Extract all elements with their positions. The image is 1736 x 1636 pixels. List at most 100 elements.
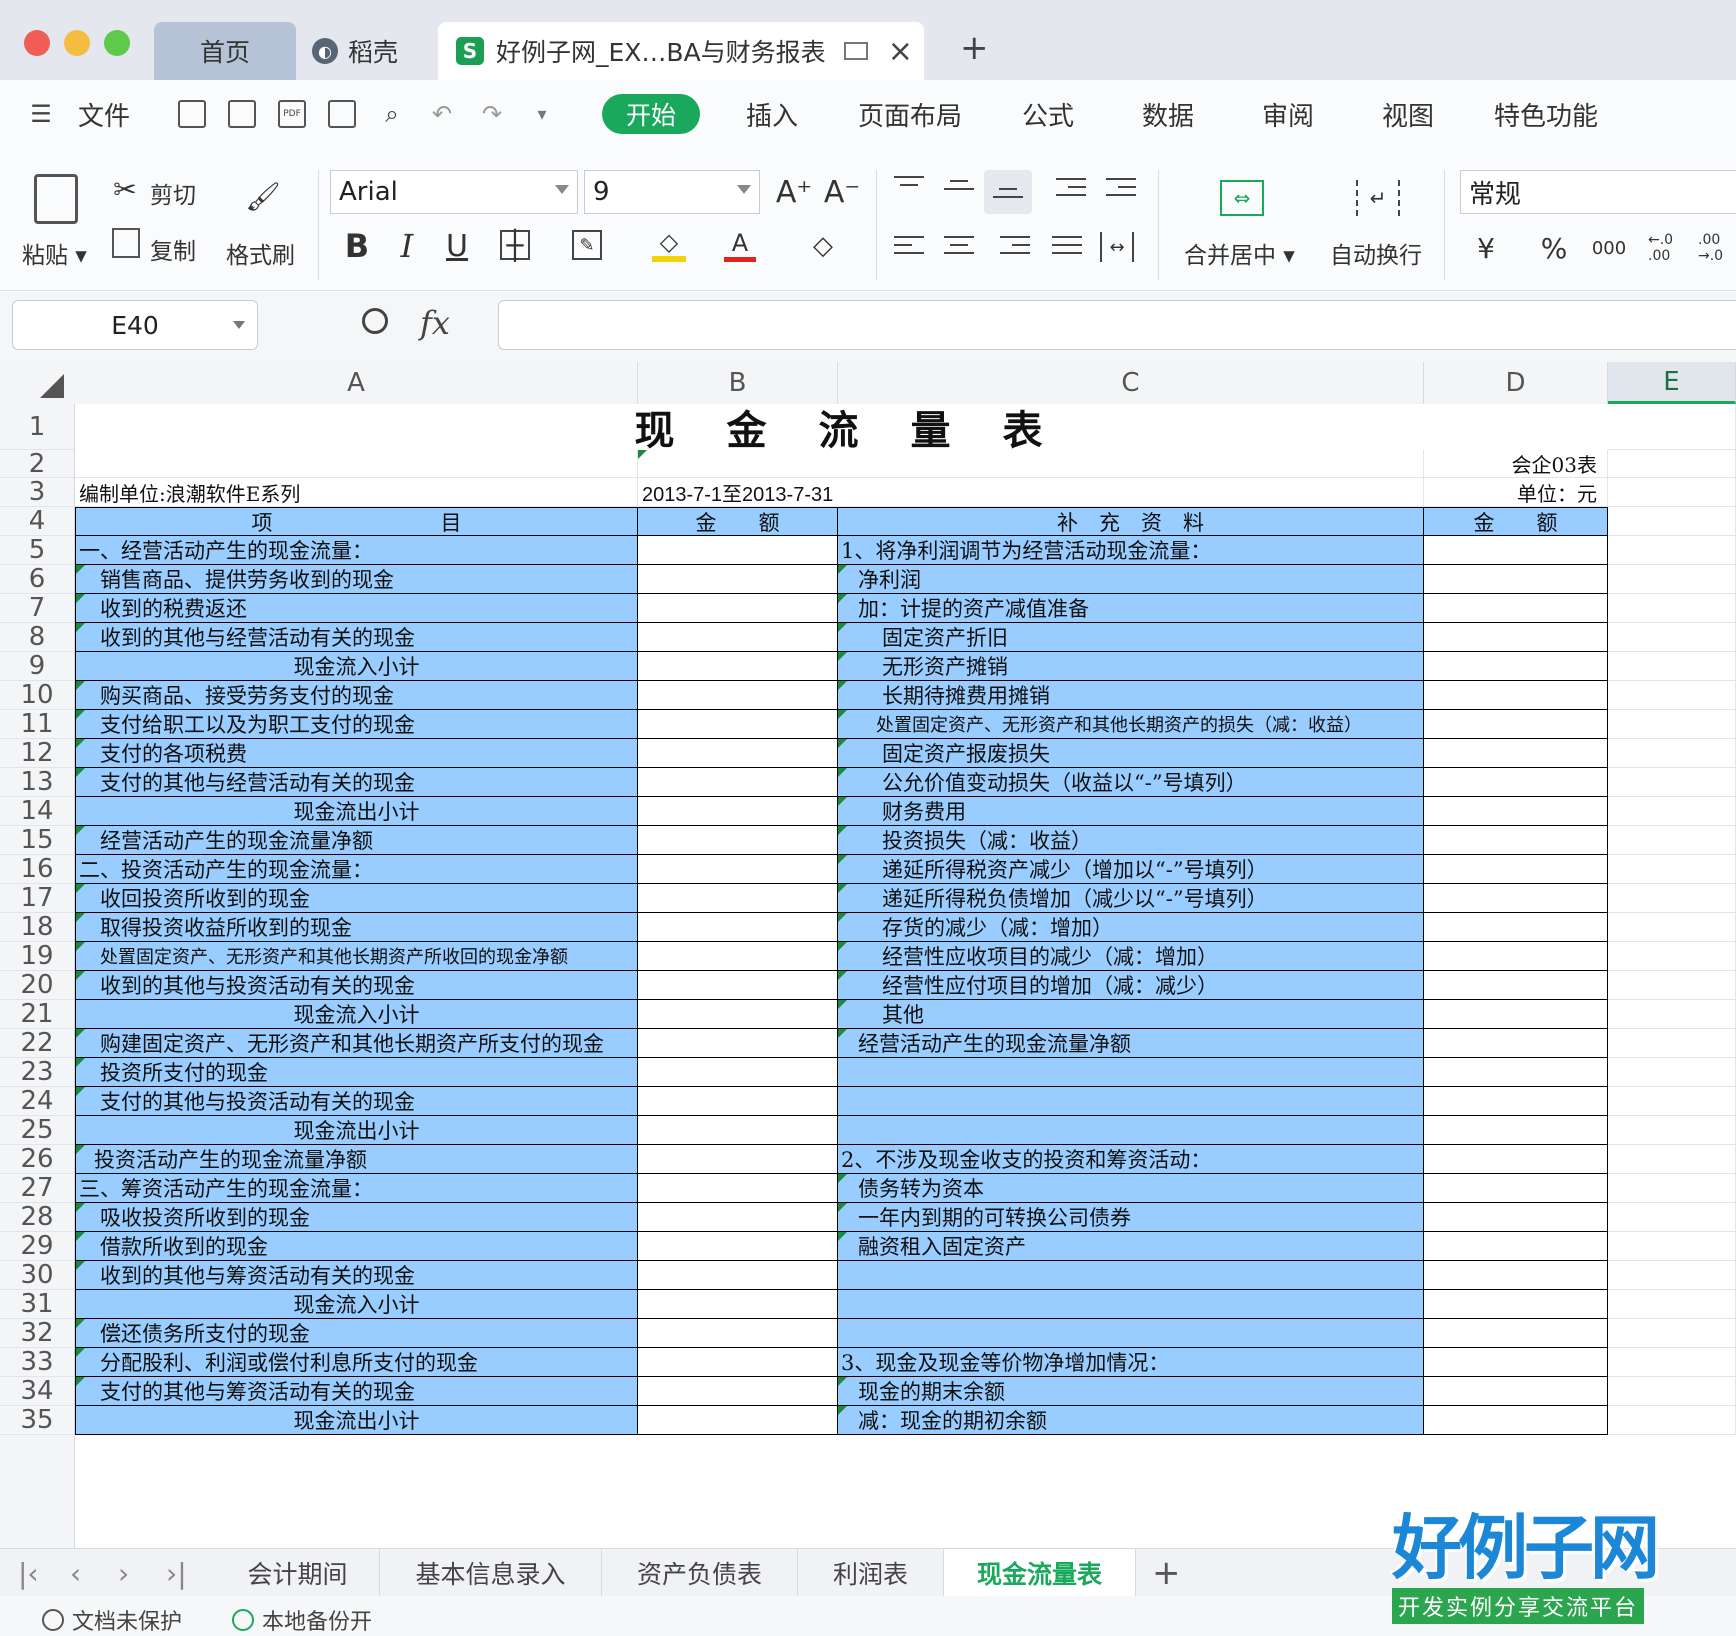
protection-status[interactable]: 文档未保护 [42, 1604, 182, 1636]
supplement-item[interactable]: 存货的减少（减：增加） [838, 913, 1424, 942]
supplement-item[interactable]: 其他 [838, 1000, 1424, 1029]
paste-button[interactable]: 粘贴 ▾ [22, 236, 87, 270]
sheet-tab-period[interactable]: 会计期间 [216, 1549, 380, 1597]
amount-cell[interactable] [638, 797, 838, 826]
undo-icon[interactable]: ↶ [428, 100, 456, 128]
supplement-item[interactable] [838, 1058, 1424, 1087]
amount-cell[interactable] [638, 1058, 838, 1087]
increase-decimal-button[interactable]: ←.0 .00 [1648, 232, 1688, 264]
row-header[interactable]: 12 [0, 738, 74, 768]
percent-button[interactable]: % [1538, 232, 1570, 265]
amount-cell[interactable] [1424, 855, 1608, 884]
supplement-item[interactable]: 处置固定资产、无形资产和其他长期资产的损失（减：收益） [838, 710, 1424, 739]
amount-cell[interactable] [1424, 826, 1608, 855]
amount-cell[interactable] [638, 971, 838, 1000]
menu-file[interactable]: 文件 [78, 96, 130, 133]
scissors-icon[interactable]: ✂ [108, 172, 142, 206]
amount-cell[interactable] [1424, 1087, 1608, 1116]
row-header[interactable]: 6 [0, 564, 74, 594]
align-bottom-button[interactable] [984, 170, 1032, 214]
amount-cell[interactable] [1424, 1145, 1608, 1174]
function-icon[interactable]: fx [420, 304, 450, 342]
amount-cell[interactable] [638, 768, 838, 797]
cash-flow-item[interactable]: 支付给职工以及为职工支付的现金 [75, 710, 638, 739]
format-painter-button[interactable]: 格式刷 [226, 236, 295, 270]
header-amount-2[interactable]: 金 额 [1424, 507, 1608, 536]
row-header[interactable]: 19 [0, 941, 74, 971]
sheet-cell[interactable] [1608, 1087, 1736, 1116]
supplement-item[interactable]: 经营性应付项目的增加（减：减少） [838, 971, 1424, 1000]
row-header[interactable]: 7 [0, 593, 74, 623]
amount-cell[interactable] [1424, 1029, 1608, 1058]
sheet-cell[interactable] [1608, 1145, 1736, 1174]
sheet-cell[interactable] [1608, 1377, 1736, 1406]
row-header[interactable]: 11 [0, 709, 74, 739]
tab-home[interactable]: 首页 [154, 22, 296, 80]
amount-cell[interactable] [638, 1319, 838, 1348]
cash-flow-item[interactable]: 偿还债务所支付的现金 [75, 1319, 638, 1348]
cash-flow-item[interactable]: 处置固定资产、无形资产和其他长期资产所收回的现金净额 [75, 942, 638, 971]
tab-document[interactable]: S 好例子网_EX…BA与财务报表 × [438, 22, 924, 80]
sheet-cell[interactable] [1608, 1232, 1736, 1261]
last-sheet-icon[interactable]: ›| [166, 1557, 187, 1590]
amount-cell[interactable] [1424, 1319, 1608, 1348]
row-header[interactable]: 3 [0, 477, 74, 507]
minimize-window-button[interactable] [64, 30, 90, 56]
sheet-grid[interactable]: 现 金 流 量 表会企03表 编制单位:浪潮软件E系列 2013-7-1至2013-… [75, 404, 1736, 1548]
first-sheet-icon[interactable]: |‹ [18, 1557, 39, 1590]
amount-cell[interactable] [1424, 623, 1608, 652]
cash-flow-item[interactable]: 现金流出小计 [75, 1406, 638, 1435]
redo-icon[interactable]: ↷ [478, 100, 506, 128]
amount-cell[interactable] [638, 710, 838, 739]
cash-flow-item[interactable]: 借款所收到的现金 [75, 1232, 638, 1261]
amount-cell[interactable] [1424, 652, 1608, 681]
column-header-e[interactable]: E [1608, 362, 1736, 404]
amount-cell[interactable] [638, 1377, 838, 1406]
unit-label[interactable]: 单位：元 [1424, 478, 1608, 507]
menu-start[interactable]: 开始 [602, 94, 700, 134]
organization-label[interactable]: 编制单位:浪潮软件E系列 [75, 478, 638, 507]
customize-icon[interactable]: ▾ [528, 100, 556, 128]
header-amount[interactable]: 金 额 [638, 507, 838, 536]
justify-icon[interactable] [1052, 236, 1082, 262]
row-header[interactable]: 2 [0, 449, 74, 479]
amount-cell[interactable] [1424, 1348, 1608, 1377]
amount-cell[interactable] [1424, 1058, 1608, 1087]
sheet-cell[interactable] [1608, 652, 1736, 681]
amount-cell[interactable] [638, 1029, 838, 1058]
supplement-item[interactable]: 固定资产折旧 [838, 623, 1424, 652]
sheet-cell[interactable] [1608, 855, 1736, 884]
menu-features[interactable]: 特色功能 [1494, 96, 1598, 133]
cash-flow-item[interactable]: 购建固定资产、无形资产和其他长期资产所支付的现金 [75, 1029, 638, 1058]
decrease-decimal-button[interactable]: .00 →.0 [1698, 232, 1736, 264]
supplement-item[interactable]: 长期待摊费用摊销 [838, 681, 1424, 710]
amount-cell[interactable] [638, 1000, 838, 1029]
row-header[interactable]: 17 [0, 883, 74, 913]
column-header-d[interactable]: D [1424, 362, 1608, 404]
row-header[interactable]: 32 [0, 1318, 74, 1348]
amount-cell[interactable] [638, 913, 838, 942]
formula-input[interactable] [498, 300, 1736, 350]
amount-cell[interactable] [638, 942, 838, 971]
supplement-item[interactable] [838, 1261, 1424, 1290]
pin-icon[interactable] [843, 42, 868, 60]
cash-flow-item[interactable]: 分配股利、利润或偿付利息所支付的现金 [75, 1348, 638, 1377]
amount-cell[interactable] [638, 1290, 838, 1319]
sheet-cell[interactable] [75, 450, 638, 478]
amount-cell[interactable] [1424, 1000, 1608, 1029]
row-header[interactable]: 16 [0, 854, 74, 884]
sheet-cell[interactable] [1608, 478, 1736, 507]
cash-flow-item[interactable]: 现金流出小计 [75, 1116, 638, 1145]
row-header[interactable]: 10 [0, 680, 74, 710]
amount-cell[interactable] [638, 855, 838, 884]
menu-review[interactable]: 审阅 [1262, 96, 1314, 133]
menu-view[interactable]: 视图 [1382, 96, 1434, 133]
sheet-title[interactable]: 现 金 流 量 表 [75, 404, 1608, 450]
amount-cell[interactable] [1424, 1116, 1608, 1145]
row-header[interactable]: 31 [0, 1289, 74, 1319]
cash-flow-item[interactable]: 取得投资收益所收到的现金 [75, 913, 638, 942]
cash-flow-item[interactable]: 吸收投资所收到的现金 [75, 1203, 638, 1232]
amount-cell[interactable] [1424, 594, 1608, 623]
row-header[interactable]: 18 [0, 912, 74, 942]
copy-icon[interactable] [112, 228, 140, 258]
